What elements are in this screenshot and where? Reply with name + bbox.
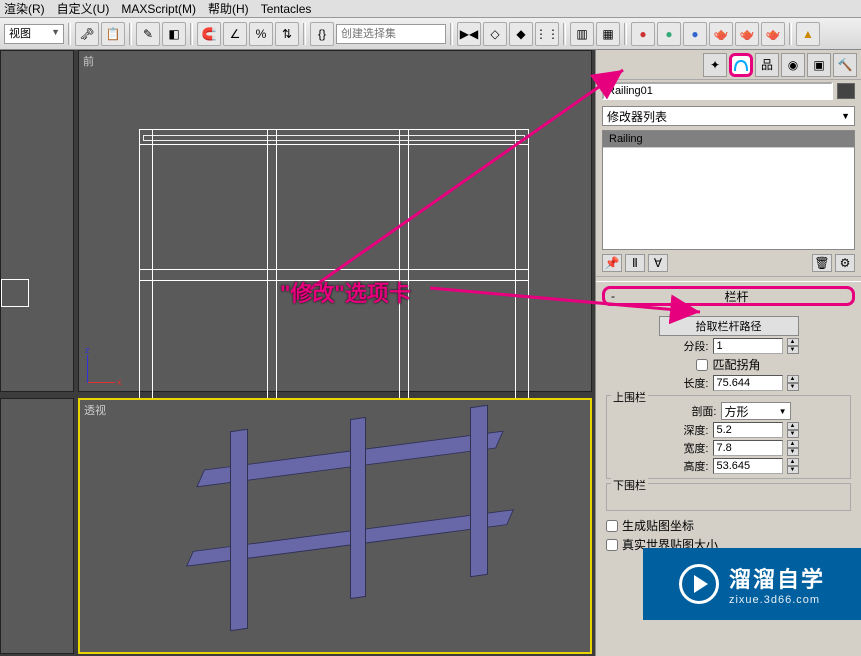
viewport-perspective-label: 透视: [84, 402, 106, 418]
object-color-swatch[interactable]: [837, 83, 855, 99]
material-editor-icon[interactable]: ▦: [596, 22, 620, 46]
selection-set-input[interactable]: [336, 24, 446, 44]
asset-browser-icon[interactable]: ▲: [796, 22, 820, 46]
watermark-title: 溜溜自学: [729, 562, 825, 594]
rollout-railing-header[interactable]: - 栏杆: [602, 286, 855, 306]
viewport-bottom-left[interactable]: [0, 398, 74, 654]
view-mode-dropdown[interactable]: 视图: [4, 24, 64, 44]
watermark-url: zixue.3d66.com: [729, 594, 825, 606]
menu-maxscript[interactable]: MAXScript(M): [121, 2, 196, 16]
segments-input[interactable]: [713, 338, 783, 354]
render-iterative-icon[interactable]: ●: [683, 22, 707, 46]
utilities-tab-icon[interactable]: 🔨: [833, 53, 857, 77]
render-teapot2-icon[interactable]: 🫖: [735, 22, 759, 46]
depth-input[interactable]: [713, 422, 783, 438]
depth-label: 深度:: [659, 422, 709, 438]
viewport-left[interactable]: [0, 50, 74, 392]
rendered-frame-icon[interactable]: ●: [657, 22, 681, 46]
object-name-input[interactable]: [602, 82, 833, 100]
length-input[interactable]: [713, 375, 783, 391]
command-panel-tabs: ✦ 品 ◉ ▣ 🔨: [596, 50, 861, 80]
align-icon[interactable]: ◇: [483, 22, 507, 46]
axis-gizmo: xz: [87, 343, 127, 383]
viewport-perspective[interactable]: 透视: [78, 398, 592, 654]
width-input[interactable]: [713, 440, 783, 456]
modifier-stack-item[interactable]: Railing: [603, 131, 854, 148]
render-teapot1-icon[interactable]: 🫖: [709, 22, 733, 46]
viewport-front[interactable]: 前 xz: [78, 50, 592, 392]
motion-tab-icon[interactable]: ◉: [781, 53, 805, 77]
watermark: 溜溜自学 zixue.3d66.com: [643, 548, 861, 620]
schematic-view-icon[interactable]: ▥: [570, 22, 594, 46]
top-rail-group-label: 上围栏: [611, 389, 648, 405]
segments-spinner[interactable]: ▲▼: [787, 338, 799, 354]
configure-sets-icon[interactable]: ⚙: [835, 254, 855, 272]
show-end-result-icon[interactable]: Ⅱ: [625, 254, 645, 272]
height-label: 高度:: [659, 458, 709, 474]
profile-label: 剖面:: [667, 403, 717, 419]
gen-mapping-checkbox[interactable]: 生成贴图坐标: [606, 517, 694, 534]
bottom-rail-group-label: 下围栏: [611, 477, 648, 493]
height-spinner[interactable]: ▲▼: [787, 458, 799, 474]
play-icon: [679, 564, 719, 604]
match-corners-checkbox[interactable]: 匹配拐角: [696, 356, 760, 373]
pin-stack-icon[interactable]: 📌: [602, 254, 622, 272]
window-crossing-icon[interactable]: ◧: [162, 22, 186, 46]
keyframe-icon[interactable]: 🗝: [75, 22, 99, 46]
menu-help[interactable]: 帮助(H): [208, 0, 249, 17]
menu-tentacles[interactable]: Tentacles: [261, 2, 312, 16]
length-label: 长度:: [659, 375, 709, 391]
menu-bar: 渲染(R) 自定义(U) MAXScript(M) 帮助(H) Tentacle…: [0, 0, 861, 18]
perspective-railing: [170, 430, 530, 650]
front-view-railing: [139, 129, 529, 419]
modifier-list-dropdown[interactable]: 修改器列表: [602, 106, 855, 126]
modify-tab-icon[interactable]: [729, 53, 753, 77]
menu-render[interactable]: 渲染(R): [4, 0, 45, 17]
pick-railing-path-button[interactable]: 拾取栏杆路径: [659, 316, 799, 336]
modifier-stack-toolbar: 📌 Ⅱ ∀ 🗑 ⚙: [602, 254, 855, 272]
length-spinner[interactable]: ▲▼: [787, 375, 799, 391]
spinner-snap-icon[interactable]: ⇅: [275, 22, 299, 46]
rollout-railing-title: 栏杆: [627, 288, 846, 305]
depth-spinner[interactable]: ▲▼: [787, 422, 799, 438]
layer-icon[interactable]: 📋: [101, 22, 125, 46]
make-unique-icon[interactable]: ∀: [648, 254, 668, 272]
width-label: 宽度:: [659, 440, 709, 456]
render-setup-icon[interactable]: ●: [631, 22, 655, 46]
array-icon[interactable]: ⋮⋮: [535, 22, 559, 46]
display-tab-icon[interactable]: ▣: [807, 53, 831, 77]
lasso-icon[interactable]: ✎: [136, 22, 160, 46]
named-sel-sets-icon[interactable]: {}: [310, 22, 334, 46]
profile-dropdown[interactable]: 方形: [721, 402, 791, 420]
modifier-stack[interactable]: Railing: [602, 130, 855, 250]
annotation-text: "修改"选项卡: [280, 276, 411, 308]
render-teapot3-icon[interactable]: 🫖: [761, 22, 785, 46]
remove-modifier-icon[interactable]: 🗑: [812, 254, 832, 272]
height-input[interactable]: [713, 458, 783, 474]
snap-toggle-icon[interactable]: 🧲: [197, 22, 221, 46]
mirror-icon[interactable]: ▶◀: [457, 22, 481, 46]
viewport-area: 前 xz 透视: [0, 50, 595, 656]
angle-snap-icon[interactable]: ∠: [223, 22, 247, 46]
hierarchy-tab-icon[interactable]: 品: [755, 53, 779, 77]
segments-label: 分段:: [659, 338, 709, 354]
percent-snap-icon[interactable]: %: [249, 22, 273, 46]
main-toolbar: 视图 🗝 📋 ✎ ◧ 🧲 ∠ % ⇅ {} ▶◀ ◇ ◆ ⋮⋮ ▥ ▦ ● ● …: [0, 18, 861, 50]
quick-align-icon[interactable]: ◆: [509, 22, 533, 46]
create-tab-icon[interactable]: ✦: [703, 53, 727, 77]
menu-customize[interactable]: 自定义(U): [57, 0, 110, 17]
viewport-front-label: 前: [83, 53, 94, 69]
width-spinner[interactable]: ▲▼: [787, 440, 799, 456]
